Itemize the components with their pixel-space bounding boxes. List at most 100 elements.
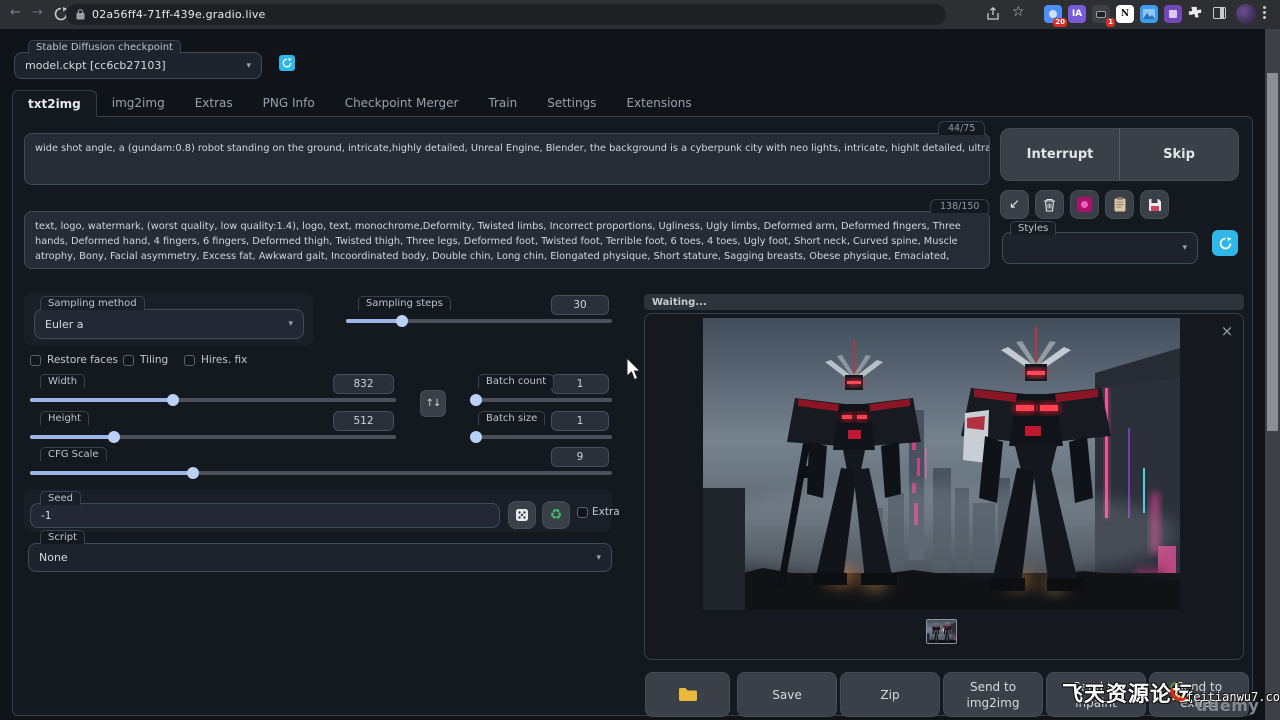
hires-fix-checkbox[interactable] (184, 355, 195, 366)
restore-faces-checkbox[interactable] (30, 355, 41, 366)
extension-badge-2: 1 (1106, 18, 1115, 27)
checkpoint-value: model.ckpt [cc6cb27103] (25, 59, 166, 72)
save-button[interactable]: Save (737, 672, 837, 717)
reuse-seed-button[interactable]: ♻ (542, 501, 570, 529)
extension-icon-image[interactable] (1140, 5, 1158, 23)
sampling-steps-value[interactable]: 30 (551, 295, 609, 315)
tab-settings[interactable]: Settings (532, 90, 611, 117)
script-label: Script (40, 530, 85, 544)
height-value[interactable]: 512 (333, 411, 394, 431)
send-to-img2img-button[interactable]: Send to img2img (943, 672, 1043, 717)
extension-icon-camera[interactable]: 1 (1092, 5, 1110, 23)
generated-image[interactable] (703, 318, 1180, 610)
refresh-icon (1219, 237, 1232, 250)
lock-icon (76, 9, 85, 20)
tab-checkpoint-merger[interactable]: Checkpoint Merger (330, 90, 474, 117)
interrupt-skip-group: Interrupt Skip (1000, 128, 1239, 181)
main-tabs: txt2img img2img Extras PNG Info Checkpoi… (12, 90, 707, 117)
extra-seed-checkbox[interactable] (577, 507, 588, 518)
sampling-steps-slider[interactable] (346, 319, 612, 323)
side-panel-icon[interactable] (1213, 7, 1226, 19)
cfg-scale-slider[interactable] (30, 471, 612, 475)
swap-arrows-icon: ↑↓ (426, 398, 441, 409)
share-icon[interactable] (986, 7, 1000, 21)
sampling-method-label: Sampling method (40, 296, 145, 310)
negative-prompt-token-counter: 138/150 (930, 199, 989, 213)
clear-prompt-button[interactable] (1035, 190, 1064, 219)
styles-refresh-button[interactable] (1212, 230, 1238, 256)
chevron-down-icon: ▾ (1182, 243, 1187, 253)
tab-img2img[interactable]: img2img (97, 90, 180, 117)
batch-count-label: Batch count (478, 374, 554, 388)
profile-avatar[interactable] (1236, 4, 1256, 24)
swap-width-height-button[interactable]: ↑↓ (420, 390, 446, 417)
save-style-button[interactable] (1140, 190, 1169, 219)
batch-size-value[interactable]: 1 (551, 411, 609, 431)
gallery-thumbnail[interactable] (926, 619, 957, 644)
batch-count-slider[interactable] (470, 398, 612, 402)
extension-icon-purple[interactable] (1164, 5, 1182, 23)
skip-button[interactable]: Skip (1120, 129, 1238, 180)
batch-size-slider[interactable] (470, 435, 612, 439)
chili-pepper-icon (1166, 680, 1188, 704)
watermark-site-url: feitianwu7.com (1186, 690, 1280, 704)
seed-value: -1 (41, 510, 51, 522)
address-bar[interactable]: 02a56ff4-71ff-439e.gradio.live (66, 4, 946, 25)
random-seed-button[interactable] (508, 501, 536, 529)
tiling-checkbox[interactable] (123, 355, 134, 366)
extensions-puzzle-icon[interactable] (1188, 6, 1202, 20)
trash-icon (1043, 198, 1056, 212)
tiling-label: Tiling (140, 354, 168, 366)
close-image-button[interactable]: × (1218, 322, 1236, 340)
negative-prompt-input[interactable]: text, logo, watermark, (worst quality, l… (24, 211, 990, 269)
apply-styles-button[interactable] (1105, 190, 1134, 219)
styles-dropdown[interactable]: ▾ (1002, 232, 1198, 264)
extension-notion-label: N (1121, 9, 1129, 19)
hires-fix-label: Hires. fix (201, 354, 247, 366)
tab-extensions[interactable]: Extensions (611, 90, 706, 117)
tab-txt2img[interactable]: txt2img (12, 90, 97, 117)
batch-count-value[interactable]: 1 (551, 374, 609, 394)
zip-button[interactable]: Zip (840, 672, 940, 717)
page-scrollbar[interactable] (1265, 29, 1280, 720)
prompt-token-counter: 44/75 (938, 121, 985, 135)
browser-toolbar: ← → 02a56ff4-71ff-439e.gradio.live ☆ 20 … (0, 0, 1280, 29)
chevron-down-icon: ▾ (288, 319, 293, 329)
sampling-method-dropdown[interactable]: Euler a ▾ (34, 309, 304, 339)
mouse-cursor (626, 358, 643, 382)
width-label: Width (40, 374, 85, 388)
tab-train[interactable]: Train (473, 90, 532, 117)
open-folder-button[interactable] (645, 672, 730, 717)
close-icon: × (1221, 322, 1234, 340)
checkpoint-dropdown[interactable]: model.ckpt [cc6cb27103] ▾ (14, 52, 262, 79)
checkpoint-refresh-button[interactable] (279, 55, 295, 71)
tab-png-info[interactable]: PNG Info (248, 90, 330, 117)
extra-networks-button[interactable] (1070, 190, 1099, 219)
script-dropdown[interactable]: None ▾ (28, 543, 612, 572)
bookmark-star-icon[interactable]: ☆ (1012, 4, 1025, 20)
tab-extras[interactable]: Extras (180, 90, 248, 117)
paste-generation-params-button[interactable]: ↙ (1000, 190, 1029, 219)
interrupt-button[interactable]: Interrupt (1001, 129, 1120, 180)
extension-icon-notion[interactable]: N (1116, 5, 1134, 23)
cfg-scale-label: CFG Scale (40, 447, 107, 461)
chevron-down-icon: ▾ (596, 553, 601, 563)
height-slider[interactable] (30, 435, 396, 439)
page-scrollbar-thumb[interactable] (1267, 73, 1278, 431)
width-value[interactable]: 832 (333, 374, 394, 394)
extension-icon-ia[interactable]: IA (1068, 5, 1086, 23)
width-slider[interactable] (30, 398, 396, 402)
extension-icon-blue[interactable]: 20 (1044, 5, 1062, 23)
refresh-icon (282, 58, 292, 68)
browser-back-button[interactable]: ← (10, 5, 21, 20)
prompt-input[interactable]: wide shot angle, a (gundam:0.8) robot st… (24, 133, 990, 185)
stable-diffusion-webui-screen: ← → 02a56ff4-71ff-439e.gradio.live ☆ 20 … (0, 0, 1280, 720)
browser-forward-button[interactable]: → (32, 5, 43, 20)
cfg-scale-value[interactable]: 9 (551, 447, 609, 467)
dice-icon (515, 508, 529, 522)
clipboard-icon (1114, 197, 1126, 212)
chevron-down-icon: ▾ (246, 61, 251, 71)
browser-menu-kebab-icon[interactable] (1263, 6, 1266, 19)
seed-input[interactable]: -1 (30, 503, 500, 528)
palette-icon (1077, 197, 1092, 212)
